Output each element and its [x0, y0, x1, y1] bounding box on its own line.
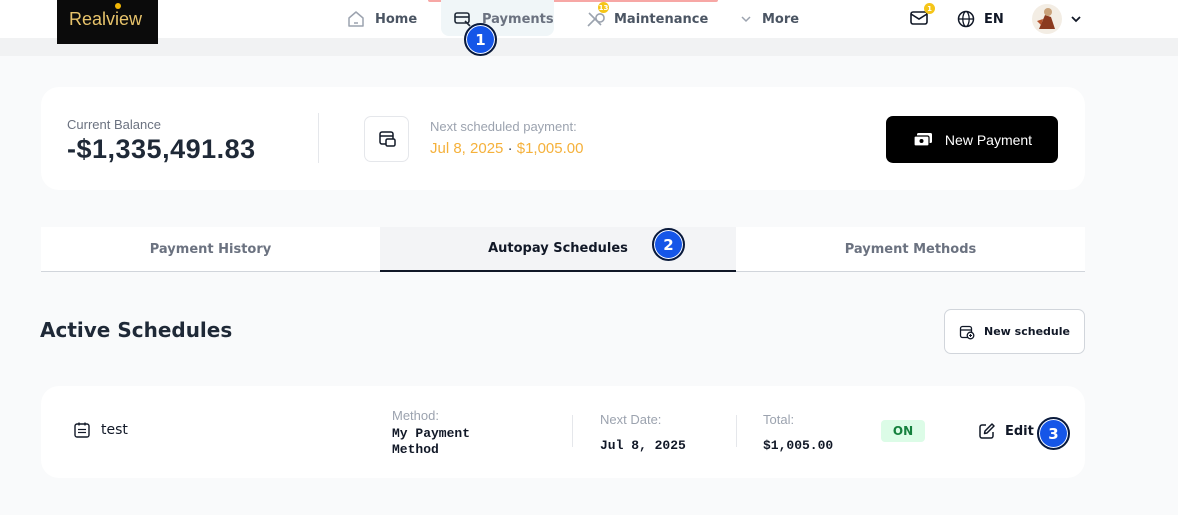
step-marker-1: 1	[464, 23, 497, 56]
edit-button[interactable]: Edit	[978, 422, 1034, 440]
divider	[318, 113, 319, 163]
nav-divider-strip	[0, 38, 1178, 56]
method-label: Method:	[392, 408, 439, 423]
schedule-name-text: test	[101, 422, 128, 438]
section-title: Active Schedules	[40, 318, 233, 342]
tab-label: Payment Methods	[844, 241, 977, 257]
tab-payment-methods[interactable]: Payment Methods	[736, 227, 1085, 271]
total-label: Total:	[763, 412, 795, 427]
user-menu[interactable]	[1031, 3, 1083, 35]
location-pin-icon	[115, 3, 121, 9]
logo-text: Realview	[69, 9, 143, 29]
balance-label: Current Balance	[67, 117, 161, 132]
calendar-list-icon	[74, 422, 90, 438]
nav-item-more[interactable]: More	[739, 8, 799, 30]
divider	[572, 415, 573, 447]
tab-label: Autopay Schedules	[488, 241, 628, 256]
edit-label: Edit	[1005, 423, 1034, 439]
tab-label: Payment History	[149, 241, 272, 257]
new-schedule-button[interactable]: New schedule	[944, 309, 1085, 354]
language-label: EN	[984, 11, 1004, 27]
schedule-name: test	[73, 421, 128, 439]
separator: ·	[507, 140, 513, 157]
nav-item-label: Maintenance	[614, 11, 709, 27]
step-marker-3: 3	[1037, 417, 1070, 450]
edit-icon	[979, 423, 995, 439]
tab-payment-history[interactable]: Payment History	[41, 227, 380, 271]
new-payment-label: New Payment	[944, 131, 1033, 148]
scheduled-payment-icon-box	[364, 116, 409, 162]
method-value: My Payment Method	[392, 426, 471, 457]
language-selector[interactable]: EN	[957, 8, 1004, 30]
payment-tabs: Payment History Autopay Schedules Paymen…	[41, 227, 1085, 272]
nav-item-label: Home	[375, 11, 418, 27]
mail-badge: 1	[924, 3, 935, 14]
new-payment-button[interactable]: New Payment	[886, 116, 1058, 163]
calendar-add-icon	[959, 325, 975, 339]
globe-icon	[957, 10, 975, 28]
step-marker-2: 2	[652, 228, 685, 261]
next-date-value: Jul 8, 2025	[600, 438, 686, 453]
avatar	[1032, 4, 1062, 34]
total-value: $1,005.00	[763, 438, 834, 453]
home-icon	[348, 11, 364, 27]
next-payment-label: Next scheduled payment:	[430, 119, 577, 134]
next-payment-amount: $1,005.00	[516, 140, 584, 157]
new-schedule-label: New schedule	[984, 325, 1070, 338]
status-badge: ON	[881, 420, 925, 442]
chevron-down-icon	[741, 16, 751, 23]
schedule-row: test Method: My Payment Method Next Date…	[41, 386, 1085, 478]
maintenance-badge: 13	[598, 2, 609, 13]
money-icon	[913, 132, 932, 147]
next-payment-value: Jul 8, 2025 · $1,005.00	[430, 140, 583, 157]
balance-value: -$1,335,491.83	[67, 134, 256, 164]
nav-item-home[interactable]: Home	[346, 8, 417, 30]
divider	[736, 415, 737, 447]
nav-item-label: More	[762, 11, 800, 27]
logo[interactable]: Realview	[57, 0, 158, 44]
chevron-down-icon	[1071, 16, 1081, 23]
nav-item-label: Payments	[482, 11, 554, 27]
next-payment-date: Jul 8, 2025	[430, 140, 504, 157]
calendar-card-icon	[378, 131, 396, 147]
next-date-label: Next Date:	[600, 412, 662, 427]
balance-card: Current Balance -$1,335,491.83 Next sche…	[41, 87, 1085, 190]
